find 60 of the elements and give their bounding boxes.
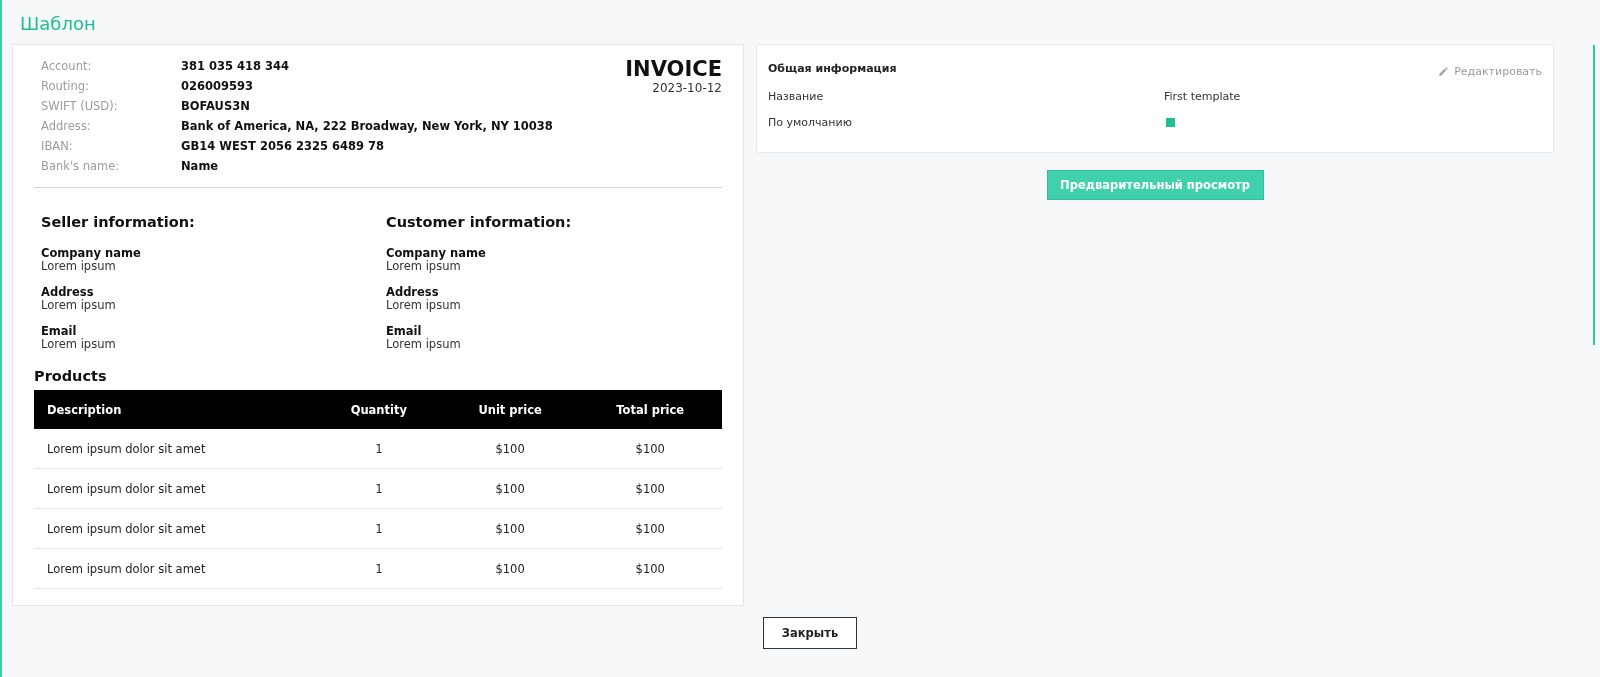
table-cell: $100 <box>441 548 579 589</box>
table-cell: $100 <box>441 508 579 549</box>
party-heading: Seller information: <box>41 214 196 230</box>
info-label: По умолчанию <box>768 115 853 129</box>
bank-detail-label: Bank's name: <box>41 158 121 175</box>
column-header: Quantity <box>315 390 442 429</box>
field-value: Lorem ipsum <box>386 299 462 312</box>
field-value: Lorem ipsum <box>386 260 462 273</box>
field-value: Lorem ipsum <box>41 260 117 273</box>
table-cell: $100 <box>578 429 722 469</box>
edit-link[interactable]: Редактировать <box>1438 65 1542 78</box>
info-value: First template <box>1164 89 1242 103</box>
bank-detail-value: 381 035 418 344 <box>181 58 291 75</box>
bank-detail-label: IBAN: <box>41 138 74 155</box>
field-label: Email <box>386 325 423 338</box>
pencil-icon <box>1438 66 1450 77</box>
bank-detail-value: Name <box>181 158 220 175</box>
scrollbar[interactable] <box>1593 45 1595 345</box>
table-cell: $100 <box>578 468 722 509</box>
table-cell: $100 <box>441 429 579 469</box>
field-label: Address <box>386 286 440 299</box>
bank-detail-label: Address: <box>41 118 92 135</box>
column-header: Unit price <box>441 390 579 429</box>
table-cell: Lorem ipsum dolor sit amet <box>34 468 316 509</box>
field-value: Lorem ipsum <box>386 338 462 351</box>
table-cell: 1 <box>315 468 442 509</box>
info-title: Общая информация <box>768 62 897 75</box>
close-button[interactable]: Закрыть <box>763 617 857 649</box>
table-cell: $100 <box>578 508 722 549</box>
bank-detail-value: BOFAUS3N <box>181 98 251 115</box>
products-heading: Products <box>34 368 108 384</box>
bank-detail-label: Routing: <box>41 78 90 95</box>
table-cell: Lorem ipsum dolor sit amet <box>34 429 316 469</box>
bank-detail-label: Account: <box>41 58 93 75</box>
table-cell: 1 <box>315 548 442 589</box>
party-heading: Customer information: <box>386 214 573 230</box>
table-cell: 1 <box>315 508 442 549</box>
table-cell: 1 <box>315 429 442 469</box>
table-cell: $100 <box>578 548 722 589</box>
invoice-date: 2023-10-12 <box>652 81 722 95</box>
field-label: Email <box>41 325 78 338</box>
column-header: Description <box>34 390 316 429</box>
preview-button[interactable]: Предварительный просмотр <box>1046 170 1264 200</box>
field-value: Lorem ipsum <box>41 338 117 351</box>
invoice-title: INVOICE <box>625 57 722 81</box>
field-value: Lorem ipsum <box>41 299 117 312</box>
bank-detail-value: Bank of America, NA, 222 Broadway, New York, NY 10038 <box>181 118 553 135</box>
column-header: Total price <box>578 390 722 429</box>
table-cell: $100 <box>441 468 579 509</box>
bank-detail-value: GB14 WEST 2056 2325 6489 78 <box>181 138 385 155</box>
table-cell: Lorem ipsum dolor sit amet <box>34 548 316 589</box>
checkbox[interactable] <box>1166 117 1175 127</box>
field-label: Company name <box>386 247 487 260</box>
field-label: Company name <box>41 247 142 260</box>
table-cell: Lorem ipsum dolor sit amet <box>34 508 316 549</box>
info-label: Название <box>768 89 825 103</box>
bank-detail-value: 026009593 <box>181 78 254 95</box>
field-label: Address <box>41 286 95 299</box>
bank-detail-label: SWIFT (USD): <box>41 98 119 115</box>
page-title: Шаблон <box>20 12 97 36</box>
